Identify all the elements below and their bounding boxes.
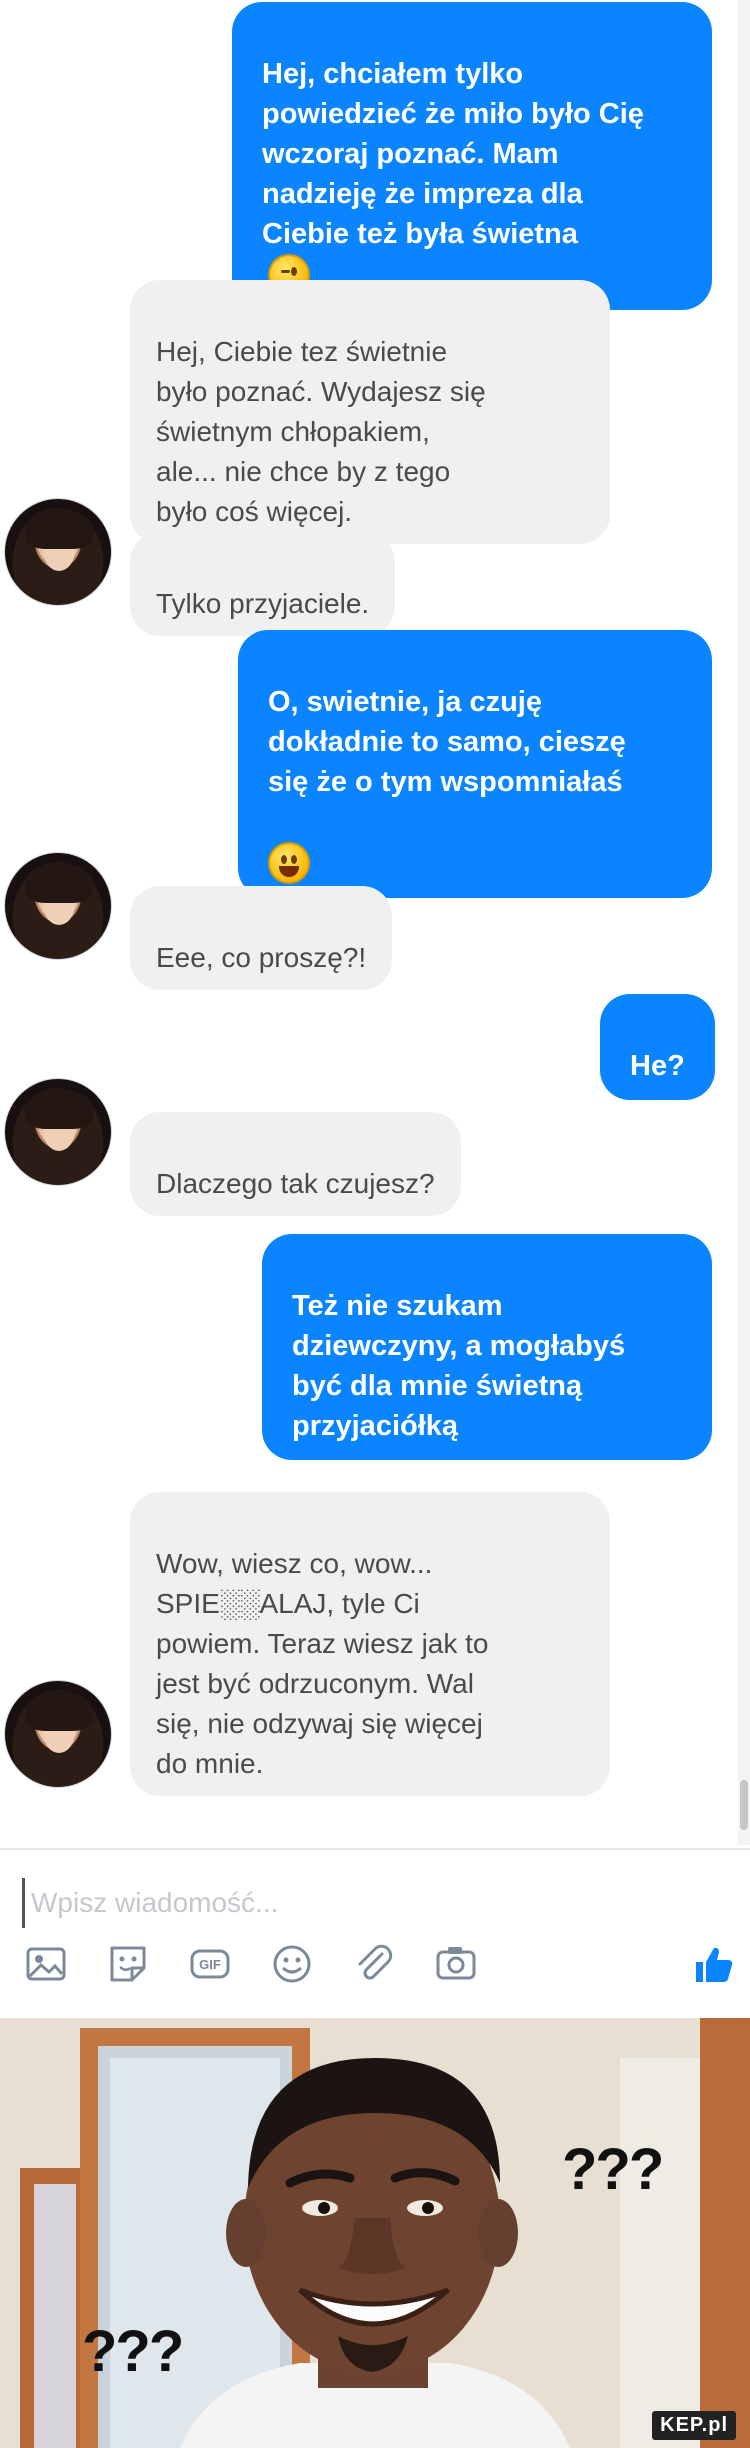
- message-composer[interactable]: [22, 1878, 722, 1928]
- question-marks-left: ???: [82, 2319, 184, 2384]
- message-text: Hej, Ciebie tez świetnie było poznać. Wy…: [156, 336, 486, 527]
- message-text: He?: [630, 1050, 685, 1082]
- scrollbar[interactable]: [738, 0, 750, 1845]
- message-input[interactable]: [22, 1878, 722, 1928]
- incoming-message[interactable]: Eee, co proszę?!: [130, 886, 393, 990]
- incoming-message[interactable]: Wow, wiesz co, wow... SPIE░░ALAJ, tyle C…: [130, 1492, 610, 1796]
- outgoing-message[interactable]: Też nie szukam dziewczyny, a mogłabyś by…: [262, 1234, 712, 1460]
- scrollbar-thumb[interactable]: [740, 1780, 748, 1830]
- incoming-message[interactable]: Hej, Ciebie tez świetnie było poznać. Wy…: [130, 280, 610, 544]
- message-text: Eee, co proszę?!: [156, 942, 367, 973]
- camera-icon[interactable]: [432, 1940, 480, 1988]
- message-text: O, swietnie, ja czuję dokładnie to samo,…: [268, 686, 626, 798]
- sticker-icon[interactable]: [104, 1940, 152, 1988]
- outgoing-message[interactable]: He?: [600, 994, 715, 1100]
- like-icon[interactable]: [690, 1940, 738, 1988]
- image-icon[interactable]: [22, 1940, 70, 1988]
- site-watermark-logo: KEP.pl: [652, 2411, 736, 2440]
- composer-divider: [0, 1848, 750, 1850]
- contact-avatar[interactable]: [4, 852, 112, 960]
- message-text: Tylko przyjaciele.: [156, 588, 370, 619]
- incoming-message[interactable]: Tylko przyjaciele.: [130, 532, 396, 636]
- outgoing-message[interactable]: O, swietnie, ja czuję dokładnie to samo,…: [238, 630, 712, 899]
- attachment-icon[interactable]: [350, 1940, 398, 1988]
- message-text: Wow, wiesz co, wow... SPIE░░ALAJ, tyle C…: [156, 1548, 489, 1779]
- reaction-meme-image: ??? ??? KEP.pl: [0, 2018, 750, 2448]
- grin-emoji-icon: [268, 842, 310, 885]
- message-text: Hej, chciałem tylko powiedzieć że miło b…: [262, 58, 644, 250]
- message-text: Też nie szukam dziewczyny, a mogłabyś by…: [292, 1290, 626, 1442]
- chat-thread: Hej, chciałem tylko powiedzieć że miło b…: [0, 0, 750, 1845]
- message-text: Dlaczego tak czujesz?: [156, 1168, 435, 1199]
- emoji-icon[interactable]: [268, 1940, 316, 1988]
- composer-toolbar: GIF: [0, 1940, 750, 2000]
- gif-icon[interactable]: GIF: [186, 1940, 234, 1988]
- incoming-message[interactable]: Dlaczego tak czujesz?: [130, 1112, 461, 1216]
- contact-avatar[interactable]: [4, 1078, 112, 1186]
- contact-avatar[interactable]: [4, 1680, 112, 1788]
- outgoing-message[interactable]: Hej, chciałem tylko powiedzieć że miło b…: [232, 2, 712, 311]
- contact-avatar[interactable]: [4, 498, 112, 606]
- question-marks-right: ???: [562, 2137, 664, 2202]
- gif-label: GIF: [199, 1957, 221, 1972]
